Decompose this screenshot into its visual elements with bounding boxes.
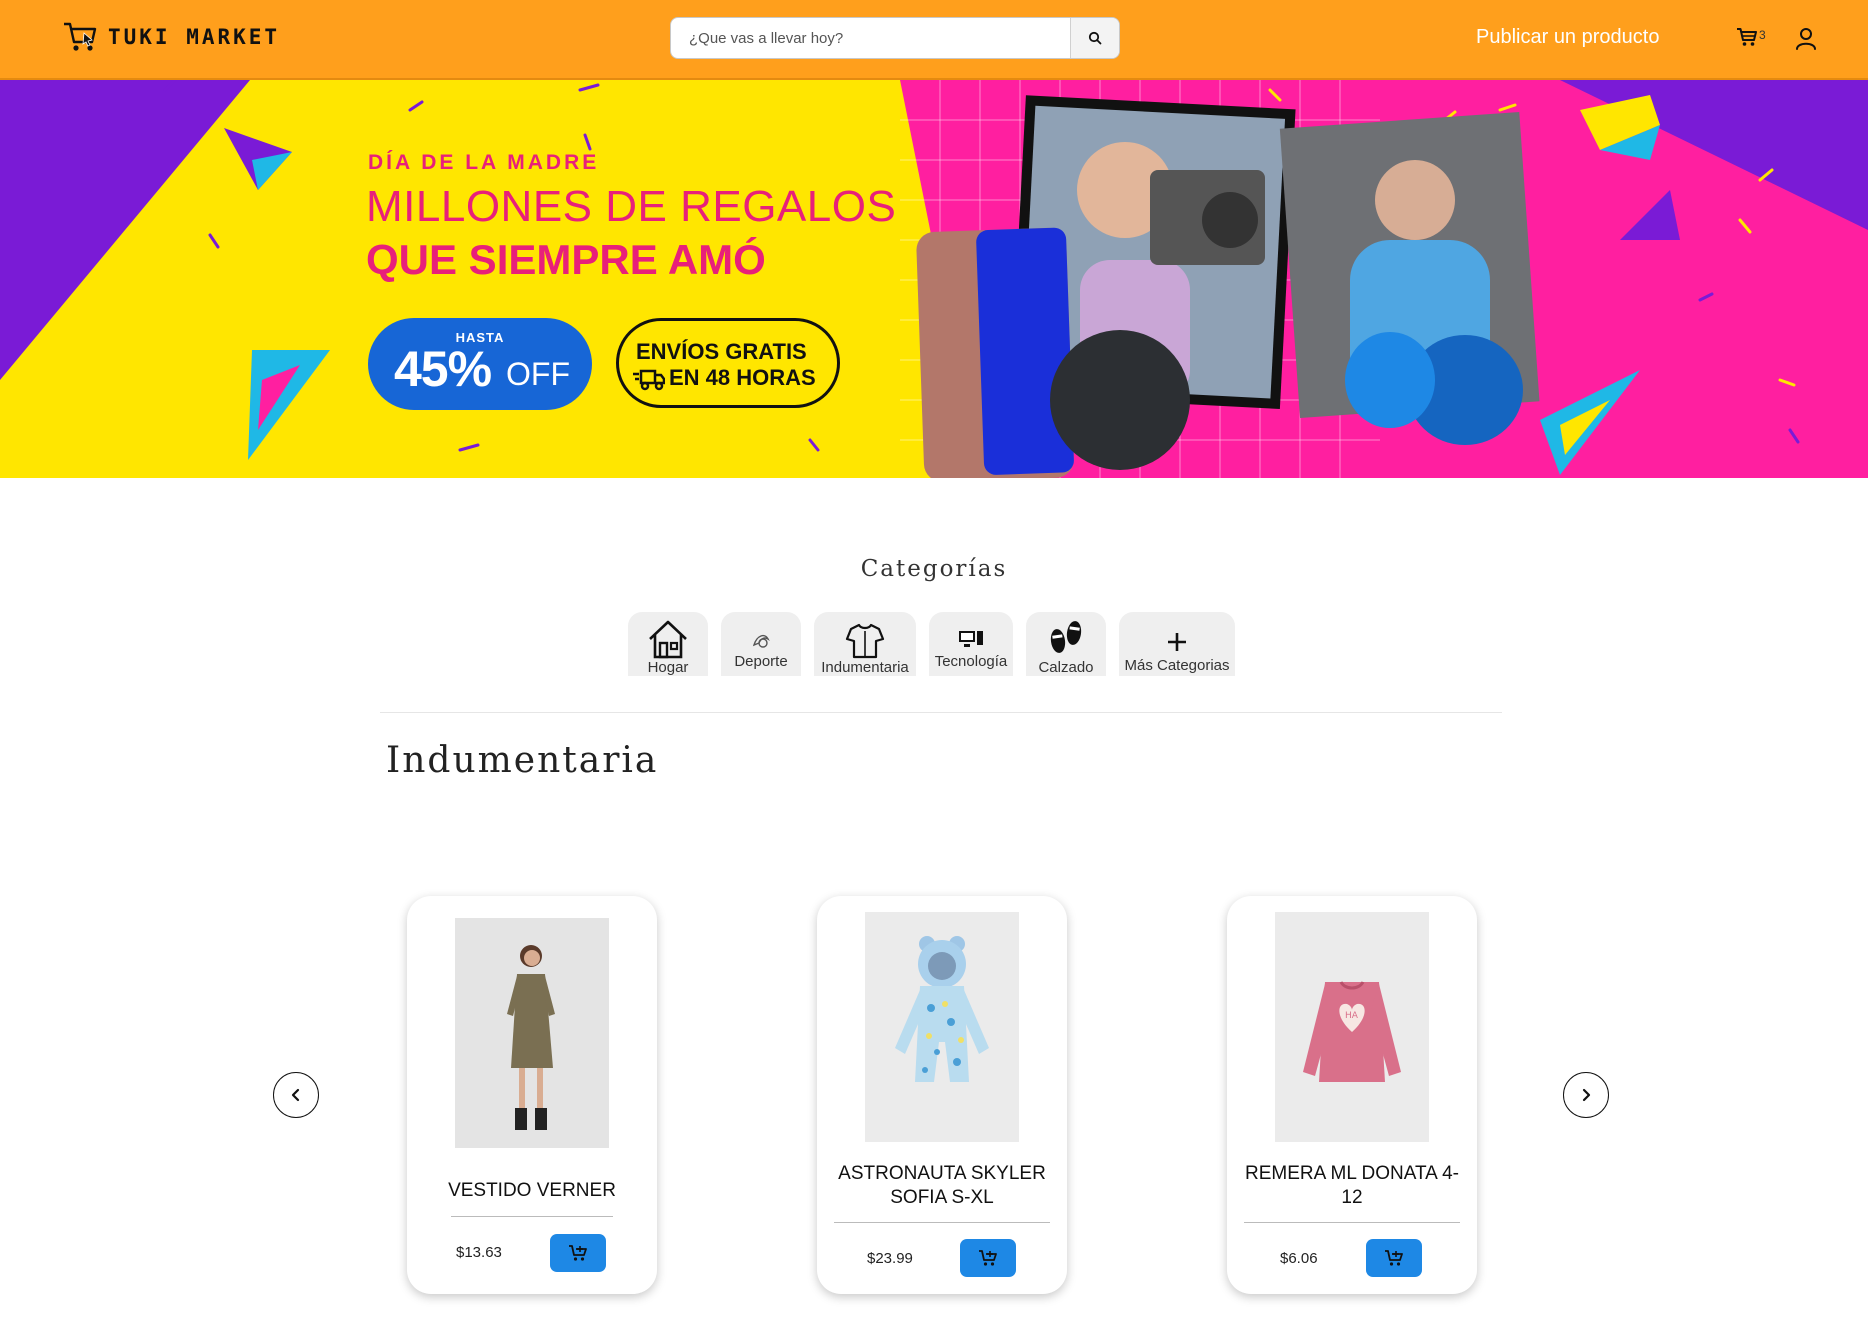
add-to-cart-button[interactable] [960,1239,1016,1277]
product-price: $23.99 [867,1250,913,1267]
search-button[interactable] [1070,18,1119,58]
product-image[interactable]: HA [1275,912,1429,1142]
delivery-truck-icon [633,369,665,391]
product-price: $13.63 [456,1244,502,1261]
cart-button[interactable]: 3 [1736,26,1766,48]
section-divider [380,712,1502,713]
product-name: VESTIDO VERNER [448,1180,616,1201]
add-to-cart-icon [569,1245,587,1261]
discount-badge: HASTA 45% OFF [368,318,592,410]
brand-name: TUKI MARKET [108,25,281,49]
product-divider [1244,1222,1460,1223]
brand-logo[interactable]: TUKI MARKET [62,20,280,54]
promo-banner[interactable]: DÍA DE LA MADRE MILLONES DE REGALOS QUE … [0,80,1868,478]
shipping-line2: EN 48 HORAS [669,365,816,390]
category-label: Tecnología [934,653,1008,670]
product-divider [834,1222,1050,1223]
category-tecnologia[interactable]: Tecnología [929,612,1013,676]
shirt-icon [845,623,885,659]
section-title: Indumentaria [386,740,659,781]
woman-dress-photo [455,918,609,1148]
svg-text:HA: HA [1345,1011,1359,1021]
cart-count-badge: 3 [1759,28,1766,42]
house-icon [649,620,687,659]
discount-suffix: OFF [506,356,570,392]
category-label: Indumentaria [821,659,909,676]
carousel-prev-button[interactable] [273,1072,319,1118]
categories-bar: Hogar Deporte Indumentaria Tecnología Ca… [628,612,1235,676]
add-to-cart-icon [979,1250,997,1266]
banner-background [0,80,1868,478]
product-image[interactable] [865,912,1019,1142]
product-card[interactable]: VESTIDO VERNER $13.63 [407,896,657,1294]
banner-title-line1: MILLONES DE REGALOS [366,182,897,231]
category-label: Deporte [734,653,788,670]
chevron-right-icon [1582,1088,1591,1102]
category-label: Más Categorias [1124,657,1230,674]
pink-sweatshirt-photo: HA [1275,912,1429,1142]
product-card[interactable]: HA REMERA ML DONATA 4-12 $6.06 [1227,896,1477,1294]
plus-icon [1168,633,1186,651]
category-label: Calzado [1038,659,1094,676]
shipping-line1: ENVÍOS GRATIS [636,339,807,364]
product-name: REMERA ML DONATA 4-12 [1245,1163,1459,1208]
chevron-left-icon [291,1088,300,1102]
product-name: ASTRONAUTA SKYLER SOFIA S-XL [838,1163,1046,1208]
footprints-icon [1050,621,1082,653]
add-to-cart-icon [1385,1250,1403,1266]
banner-title-line2: QUE SIEMPRE AMÓ [366,236,766,283]
free-shipping-badge: ENVÍOS GRATIS EN 48 HORAS [616,318,840,408]
user-icon [1796,28,1816,50]
baby-snowsuit-photo [865,912,1019,1142]
product-card[interactable]: ASTRONAUTA SKYLER SOFIA S-XL $23.99 [817,896,1067,1294]
categories-title: Categorías [860,556,1008,582]
search-input[interactable] [671,18,1070,58]
category-label: Hogar [647,659,689,676]
product-divider [451,1216,613,1217]
category-mas-categorias[interactable]: Más Categorias [1119,612,1235,676]
add-to-cart-button[interactable] [1366,1239,1422,1277]
category-indumentaria[interactable]: Indumentaria [814,612,916,676]
search-icon [1088,31,1102,45]
shopping-cart-icon [1737,28,1757,46]
add-to-cart-button[interactable] [550,1234,606,1272]
category-deporte[interactable]: Deporte [721,612,801,676]
banner-subtitle: DÍA DE LA MADRE [368,151,600,174]
category-calzado[interactable]: Calzado [1026,612,1106,676]
product-price: $6.06 [1280,1250,1318,1267]
computer-icon [959,631,983,647]
carousel-next-button[interactable] [1563,1072,1609,1118]
discount-value: 45% [394,341,492,397]
publish-product-link[interactable]: Publicar un producto [1476,26,1659,49]
category-hogar[interactable]: Hogar [628,612,708,676]
product-image[interactable] [455,918,609,1148]
search-bar [670,17,1120,59]
top-navbar: TUKI MARKET Publicar un producto 3 [0,0,1868,80]
cart-logo-icon [64,22,97,51]
user-account-button[interactable] [1795,27,1817,55]
sport-icon [752,634,770,648]
